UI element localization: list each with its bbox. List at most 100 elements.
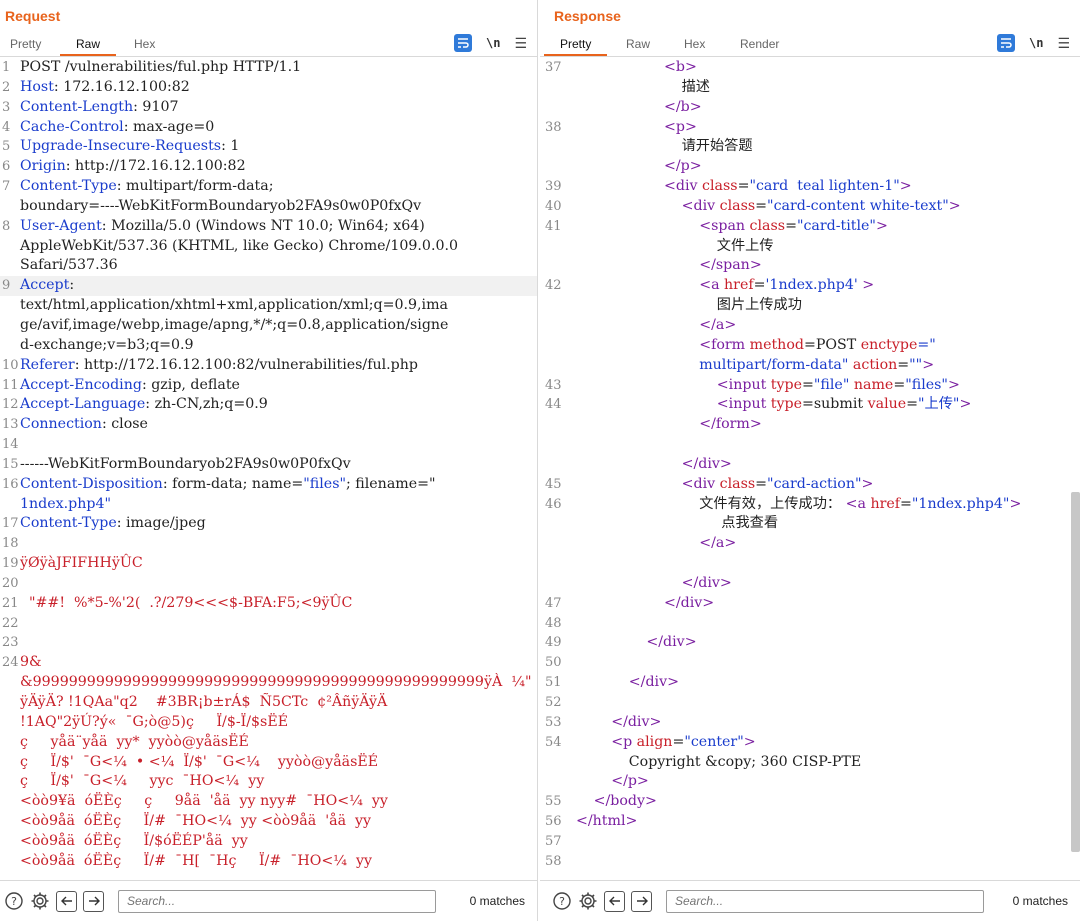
response-line: 56 </html> [540,812,1080,832]
wrap-lines-icon[interactable] [996,34,1015,52]
request-line: ç yåä¨yåä yy* yyòò@yåäsËÉ [0,733,537,753]
code-token: </p> [664,158,702,175]
code-token: </b> [664,98,702,115]
code-token: ç Ï/$' ¯G<¼ • <¼ Ï/$' ¯G<¼ yyòò@yåäsËÉ [20,753,379,770]
newline-toggle-icon[interactable]: \n [486,36,500,50]
response-line: <form method=POST enctype=" [540,336,1080,356]
code-token: "card-content white-text" [767,197,949,214]
code-token: =POST [803,336,861,353]
line-number: 8 [2,218,11,234]
response-line: </p> [540,157,1080,177]
code-token: &999999999999999999999999999999999999999… [20,674,532,691]
arrow-right-icon [88,896,100,906]
line-text: </div> [682,574,732,594]
line-text: </div> [664,594,714,614]
code-token: = [785,217,797,234]
previous-match-button[interactable] [56,890,77,912]
code-token: "card-title" [796,217,876,234]
code-token: : 1 [221,138,240,155]
request-editor[interactable]: 1 POST /vulnerabilities/ful.php HTTP/1.1 2… [0,58,537,880]
code-token: Host [20,78,54,95]
code-token: boundary=----WebKitFormBoundaryob2FA9s0w… [20,197,422,214]
menu-icon[interactable]: ☰ [1057,35,1070,52]
response-line: multipart/form-data" action=""> [540,356,1080,376]
code-token: ÿÄÿÄ? !1QAa"q2 #3BR¡b±rÁ$ Ñ5CTc ¢²ÂñÿÄÿÄ [20,694,388,710]
code-token: "file" [813,376,854,393]
code-token: : form-data; name= [162,475,304,492]
request-tab-hex[interactable]: Hex [134,37,155,51]
line-number: 53 [545,714,562,730]
line-number: 43 [545,377,562,393]
help-icon[interactable]: ? [4,891,24,911]
line-text: AppleWebKit/537.36 (KHTML, like Gecko) C… [20,237,458,257]
request-line: 24 9& [0,653,537,673]
response-tab-raw[interactable]: Raw [626,37,650,51]
settings-gear-icon[interactable] [578,891,598,911]
code-token: = [755,197,768,214]
line-text: Copyright &copy; 360 CISP-PTE [629,753,861,773]
response-scrollbar[interactable] [1071,492,1080,852]
newline-toggle-icon[interactable]: \n [1029,36,1043,50]
response-line: 52 [540,693,1080,713]
code-token: class [749,217,786,234]
line-number: 55 [545,794,562,810]
line-number: 37 [545,60,562,75]
request-line: <òò9åä óËÈç Ï/# ¯H[ ¯Hç Ï/# ¯HO<¼ yy [0,852,537,872]
next-match-button[interactable] [631,890,652,912]
code-token: <div [681,197,720,214]
line-text: 图片上传成功 [717,296,802,316]
response-line: 54 <p align="center"> [540,733,1080,753]
line-text: </div> [611,713,661,733]
code-token: "1ndex.php4" [911,495,1010,512]
line-number: 52 [545,695,562,710]
code-token: > [1009,495,1022,512]
request-line: 10 Referer: http://172.16.12.100:82/vulne… [0,356,537,376]
code-token: ÿØÿàJFIFHHÿÛC [20,555,143,572]
code-token: <a [699,277,725,294]
code-token: </body> [593,793,657,810]
line-text: ç Ï/$' ¯G<¼ • <¼ Ï/$' ¯G<¼ yyòò@yåäsËÉ [20,753,378,773]
line-text: User-Agent: Mozilla/5.0 (Windows NT 10.0… [20,217,425,237]
response-search-input[interactable] [666,889,984,913]
settings-gear-icon[interactable] [30,891,50,911]
code-token: value [867,396,907,413]
code-token: <p [611,733,637,750]
code-token: Origin [20,158,66,175]
line-number: 44 [545,397,562,413]
response-editor[interactable]: 37 <b> 描述 </b> 38 <p> 请开始答题 </p> 39 <div class="c… [540,58,1080,880]
code-token: Content-Disposition [20,475,163,492]
code-token: > [861,475,874,492]
next-match-button[interactable] [83,890,104,912]
response-tab-hex[interactable]: Hex [684,37,705,51]
response-tab-pretty[interactable]: Pretty [543,37,608,56]
request-search-input[interactable] [118,889,436,913]
code-token: 9& [20,654,42,671]
line-text: </p> [664,157,702,177]
wrap-lines-icon[interactable] [453,34,472,52]
line-number: 56 [545,814,562,830]
request-tab-raw[interactable]: Raw [59,37,117,56]
code-token: Referer [20,356,75,373]
help-icon[interactable]: ? [552,891,572,911]
response-line: 44 <input type=submit value="上传"> [540,395,1080,415]
request-tab-pretty[interactable]: Pretty [10,37,41,51]
request-line: 16 Content-Disposition: form-data; name="… [0,475,537,495]
code-token: Content-Length [20,98,134,115]
response-line: </span> [540,256,1080,276]
previous-match-button[interactable] [604,890,625,912]
line-text: Accept-Language: zh-CN,zh;q=0.9 [20,395,268,415]
code-token: align [636,733,673,750]
request-line: <òò9åä óËÈç Ï/$óËÉP'åä yy [0,832,537,852]
arrow-right-icon [636,896,648,906]
code-token: > [743,733,756,750]
menu-icon[interactable]: ☰ [514,35,527,52]
request-line: 7 Content-Type: multipart/form-data; [0,177,537,197]
code-token: </div> [646,634,697,651]
response-tab-render[interactable]: Render [740,37,779,51]
code-token: <p> [664,118,697,135]
request-line: 8 User-Agent: Mozilla/5.0 (Windows NT 10.… [0,217,537,237]
line-number: 22 [2,615,19,631]
response-line: 描述 [540,78,1080,98]
response-line: 40 <div class="card-content white-text"> [540,197,1080,217]
line-text: <òò9åä óËÈç Ï/# ¯H[ ¯Hç Ï/# ¯HO<¼ yy [20,852,372,872]
